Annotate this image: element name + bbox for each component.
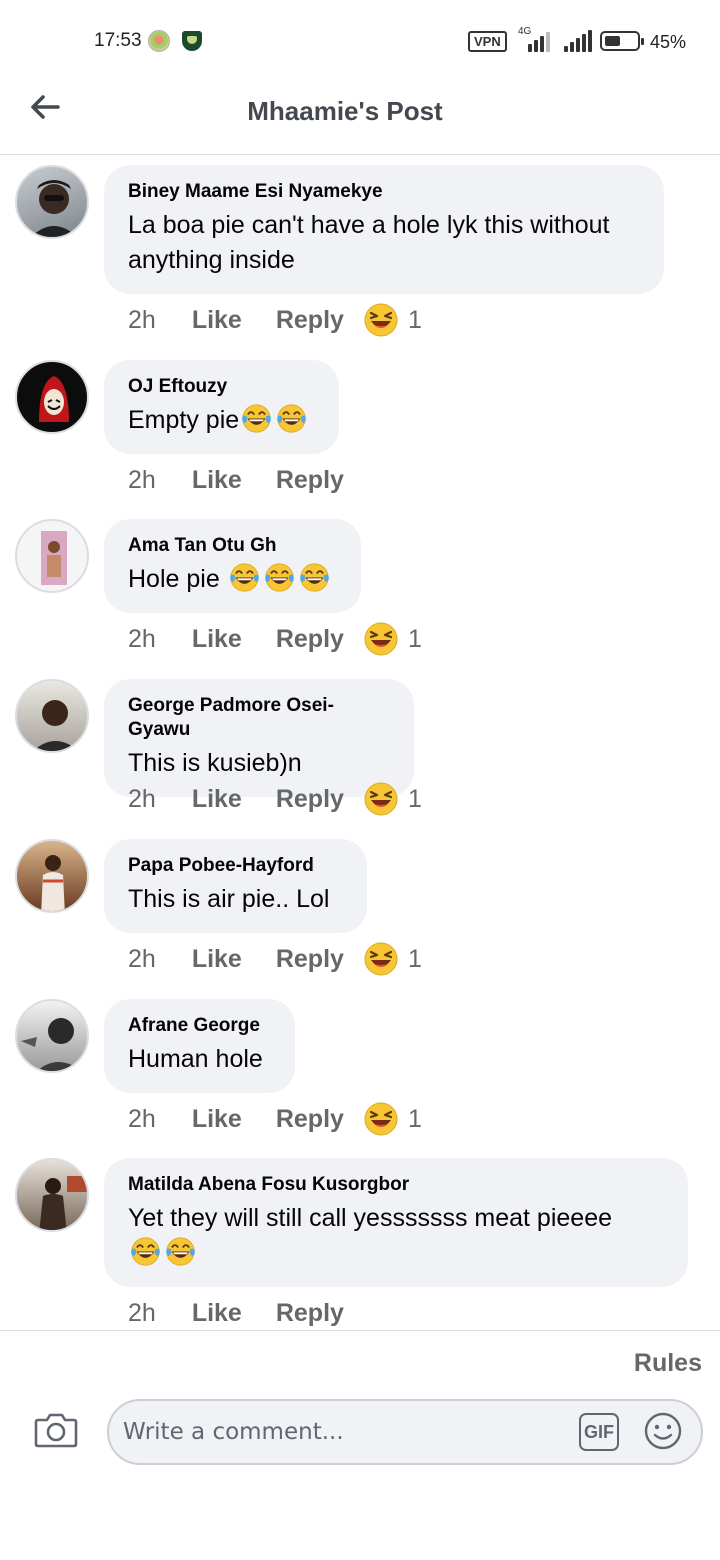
comment-input[interactable]: [123, 1411, 563, 1453]
comment-author[interactable]: Matilda Abena Fosu Kusorgbor: [128, 1173, 664, 1197]
comment-text: Yet they will still call yesssssss meat …: [128, 1204, 612, 1232]
signal-icon-2: [562, 30, 598, 52]
laughing-emoji-icon[interactable]: [364, 942, 398, 976]
reply-button[interactable]: Reply: [276, 1105, 344, 1134]
laughing-emoji-icon[interactable]: [364, 303, 398, 337]
laughing-emoji-icon[interactable]: [364, 1102, 398, 1136]
tears-of-joy-emoji-icon: [229, 562, 260, 593]
laughing-emoji-icon[interactable]: [364, 782, 398, 816]
comment-text-line: Yet they will still call yesssssss meat …: [128, 1201, 664, 1271]
comment-bubble: Ama Tan Otu Gh Hole pie: [104, 519, 361, 613]
comment-actions: 2h Like Reply 1: [128, 302, 422, 338]
reaction-count[interactable]: 1: [408, 625, 422, 654]
comment-bubble: Afrane George Human hole: [104, 999, 295, 1093]
comment-actions: 2h Like Reply 1: [128, 781, 422, 817]
like-button[interactable]: Like: [192, 945, 242, 974]
like-button[interactable]: Like: [192, 1105, 242, 1134]
like-button[interactable]: Like: [192, 466, 242, 495]
tears-of-joy-emoji-icon: [130, 1236, 161, 1267]
signal-icon: [520, 30, 556, 52]
comment-bubble: Papa Pobee-Hayford This is air pie.. Lol: [104, 839, 367, 933]
comment-actions: 2h Like Reply: [128, 462, 344, 498]
status-bar: 17:53 VPN 4G 45%: [0, 0, 720, 80]
notification-app-icon: [148, 30, 170, 52]
comment-text: Hole pie: [128, 565, 227, 593]
avatar[interactable]: [15, 165, 89, 239]
rules-link[interactable]: Rules: [634, 1349, 702, 1378]
like-button[interactable]: Like: [192, 785, 242, 814]
comment-text-line: Hole pie: [128, 562, 337, 597]
battery-level: 45%: [650, 32, 687, 52]
reply-button[interactable]: Reply: [276, 1299, 344, 1328]
comment-bubble: George Padmore Osei-Gyawu This is kusieb…: [104, 679, 414, 797]
comment-time: 2h: [128, 465, 156, 494]
reaction-count[interactable]: 1: [408, 1105, 422, 1134]
comment-text-line: Empty pie: [128, 403, 315, 438]
reply-button[interactable]: Reply: [276, 625, 344, 654]
gif-icon[interactable]: GIF: [579, 1413, 619, 1451]
tears-of-joy-emoji-icon: [165, 1236, 196, 1267]
comment-actions: 2h Like Reply 1: [128, 941, 422, 977]
comment-time: 2h: [128, 1104, 156, 1133]
vpn-badge: VPN: [468, 31, 507, 52]
tears-of-joy-emoji-icon: [241, 403, 272, 434]
page-title: Mhaamie's Post: [247, 96, 443, 126]
laughing-emoji-icon[interactable]: [364, 622, 398, 656]
comment-actions: 2h Like Reply 1: [128, 1101, 422, 1137]
reply-button[interactable]: Reply: [276, 785, 344, 814]
shield-app-icon: [182, 31, 202, 51]
comment-text: Human hole: [128, 1045, 263, 1073]
avatar[interactable]: [15, 1158, 89, 1232]
comment-time: 2h: [128, 784, 156, 813]
comment-actions: 2h Like Reply 1: [128, 621, 422, 657]
comment-actions: 2h Like Reply: [128, 1295, 344, 1331]
app-header: Mhaamie's Post: [0, 80, 720, 155]
reply-button[interactable]: Reply: [276, 306, 344, 335]
reply-button[interactable]: Reply: [276, 945, 344, 974]
comment-time: 2h: [128, 305, 156, 334]
avatar[interactable]: [15, 999, 89, 1073]
comment-text: La boa pie can't have a hole lyk this wi…: [128, 211, 610, 274]
comment-time: 2h: [128, 624, 156, 653]
like-button[interactable]: Like: [192, 1299, 242, 1328]
tears-of-joy-emoji-icon: [299, 562, 330, 593]
comment-author[interactable]: Ama Tan Otu Gh: [128, 534, 337, 558]
avatar[interactable]: [15, 839, 89, 913]
comment-author[interactable]: Afrane George: [128, 1014, 271, 1038]
camera-icon[interactable]: [34, 1411, 78, 1449]
reaction-count[interactable]: 1: [408, 945, 422, 974]
avatar[interactable]: [15, 519, 89, 593]
comment-time: 2h: [128, 1298, 156, 1327]
comment-time: 2h: [128, 944, 156, 973]
tears-of-joy-emoji-icon: [264, 562, 295, 593]
reply-button[interactable]: Reply: [276, 466, 344, 495]
comment-author[interactable]: OJ Eftouzy: [128, 375, 315, 399]
comment-text: This is kusieb)n: [128, 749, 302, 777]
avatar[interactable]: [15, 360, 89, 434]
status-time: 17:53: [94, 30, 142, 51]
like-button[interactable]: Like: [192, 306, 242, 335]
like-button[interactable]: Like: [192, 625, 242, 654]
comment-input-box[interactable]: GIF: [107, 1399, 703, 1465]
battery-icon: [600, 31, 644, 51]
comment-bubble: Matilda Abena Fosu Kusorgbor Yet they wi…: [104, 1158, 688, 1287]
reaction-count[interactable]: 1: [408, 306, 422, 335]
smiley-icon[interactable]: [643, 1411, 683, 1451]
reaction-count[interactable]: 1: [408, 785, 422, 814]
tears-of-joy-emoji-icon: [276, 403, 307, 434]
comment-author[interactable]: Papa Pobee-Hayford: [128, 854, 343, 878]
comment-author[interactable]: Biney Maame Esi Nyamekye: [128, 180, 640, 204]
comment-bubble: Biney Maame Esi Nyamekye La boa pie can'…: [104, 165, 664, 294]
comment-text: Empty pie: [128, 406, 240, 434]
comment-author[interactable]: George Padmore Osei-Gyawu: [128, 694, 390, 742]
comment-text: This is air pie.. Lol: [128, 885, 330, 913]
comment-bubble: OJ Eftouzy Empty pie: [104, 360, 339, 454]
comment-composer: Rules GIF: [0, 1330, 720, 1560]
avatar[interactable]: [15, 679, 89, 753]
